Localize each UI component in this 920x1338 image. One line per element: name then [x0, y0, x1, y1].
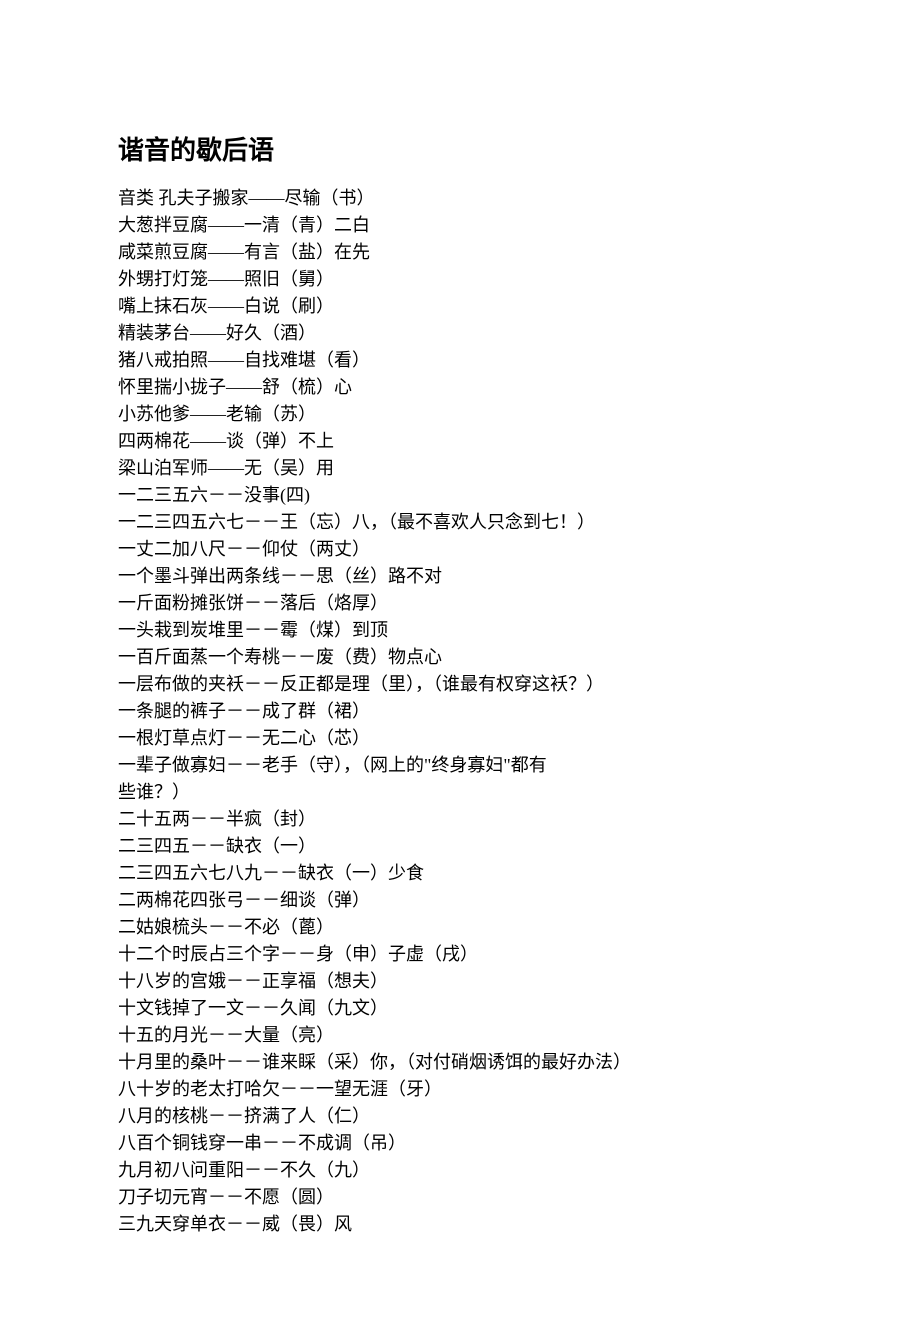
document-line: 咸菜煎豆腐——有言（盐）在先 — [118, 239, 802, 266]
document-line: 猪八戒拍照——自找难堪（看） — [118, 347, 802, 374]
document-body: 音类 孔夫子搬家——尽输（书）大葱拌豆腐——一清（青）二白咸菜煎豆腐——有言（盐… — [118, 185, 802, 1238]
document-line: 八十岁的老太打哈欠－－一望无涯（牙） — [118, 1076, 802, 1103]
document-line: 一百斤面蒸一个寿桃－－废（费）物点心 — [118, 644, 802, 671]
document-line: 一条腿的裤子－－成了群（裙） — [118, 698, 802, 725]
document-line: 些谁？） — [118, 779, 802, 806]
document-line: 十文钱掉了一文－－久闻（九文） — [118, 995, 802, 1022]
document-line: 一二三四五六七－－王（忘）八，（最不喜欢人只念到七！） — [118, 509, 802, 536]
document-line: 十月里的桑叶－－谁来睬（采）你，（对付硝烟诱饵的最好办法） — [118, 1049, 802, 1076]
document-line: 外甥打灯笼——照旧（舅） — [118, 266, 802, 293]
document-line: 一辈子做寡妇－－老手（守），（网上的"终身寡妇"都有 — [118, 752, 802, 779]
document-line: 梁山泊军师——无（吴）用 — [118, 455, 802, 482]
document-line: 八月的核桃－－挤满了人（仁） — [118, 1103, 802, 1130]
document-line: 四两棉花——谈（弹）不上 — [118, 428, 802, 455]
document-line: 怀里揣小拢子——舒（梳）心 — [118, 374, 802, 401]
document-line: 二十五两－－半疯（封） — [118, 806, 802, 833]
document-line: 十八岁的宫娥－－正享福（想夫） — [118, 968, 802, 995]
document-line: 小苏他爹——老输（苏） — [118, 401, 802, 428]
document-title: 谐音的歇后语 — [118, 130, 802, 167]
document-line: 一头栽到炭堆里－－霉（煤）到顶 — [118, 617, 802, 644]
document-line: 一个墨斗弹出两条线－－思（丝）路不对 — [118, 563, 802, 590]
document-line: 音类 孔夫子搬家——尽输（书） — [118, 185, 802, 212]
document-line: 十二个时辰占三个字－－身（申）子虚（戌） — [118, 941, 802, 968]
document-line: 一层布做的夹袄－－反正都是理（里），（谁最有权穿这袄？） — [118, 671, 802, 698]
document-line: 一根灯草点灯－－无二心（芯） — [118, 725, 802, 752]
document-page: 谐音的歇后语 音类 孔夫子搬家——尽输（书）大葱拌豆腐——一清（青）二白咸菜煎豆… — [0, 0, 920, 1338]
document-line: 精装茅台——好久（酒） — [118, 320, 802, 347]
document-line: 一二三五六－－没事(四) — [118, 482, 802, 509]
document-line: 二三四五六七八九－－缺衣（一）少食 — [118, 860, 802, 887]
document-line: 刀子切元宵－－不愿（圆） — [118, 1184, 802, 1211]
document-line: 十五的月光－－大量（亮） — [118, 1022, 802, 1049]
document-line: 二姑娘梳头－－不必（蓖） — [118, 914, 802, 941]
document-line: 嘴上抹石灰——白说（刷） — [118, 293, 802, 320]
document-line: 一斤面粉摊张饼－－落后（烙厚） — [118, 590, 802, 617]
document-line: 一丈二加八尺－－仰仗（两丈） — [118, 536, 802, 563]
document-line: 三九天穿单衣－－威（畏）风 — [118, 1211, 802, 1238]
document-line: 八百个铜钱穿一串－－不成调（吊） — [118, 1130, 802, 1157]
document-line: 二两棉花四张弓－－细谈（弹） — [118, 887, 802, 914]
document-line: 九月初八问重阳－－不久（九） — [118, 1157, 802, 1184]
document-line: 大葱拌豆腐——一清（青）二白 — [118, 212, 802, 239]
document-line: 二三四五－－缺衣（一） — [118, 833, 802, 860]
